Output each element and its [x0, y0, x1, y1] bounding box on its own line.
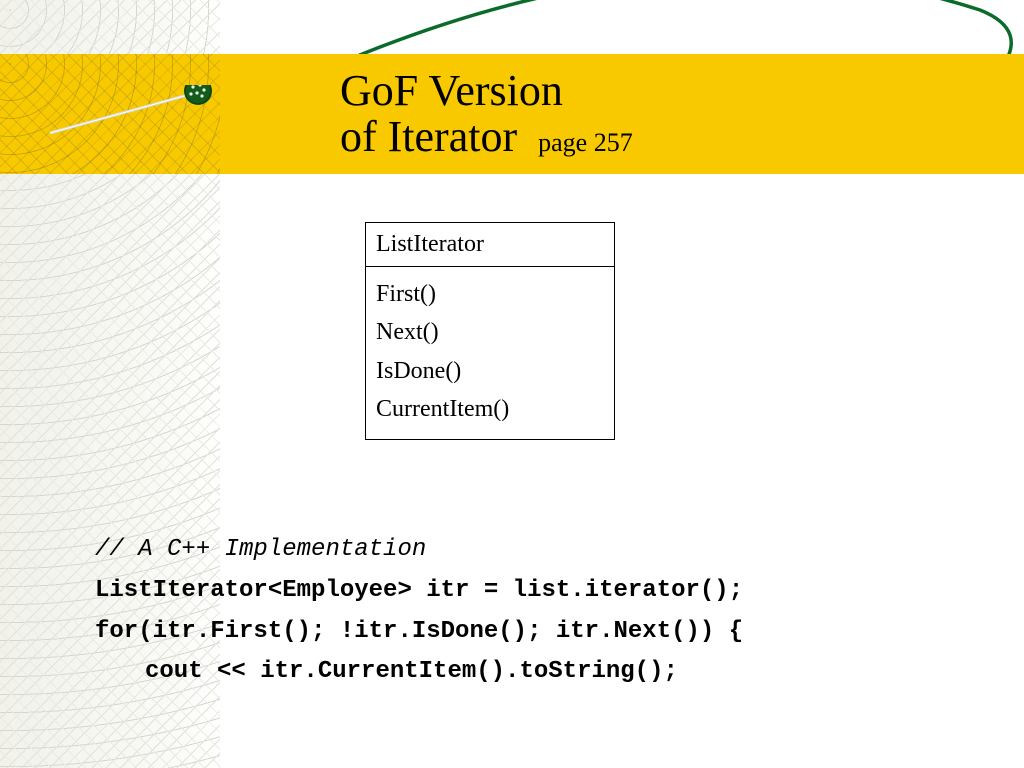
uml-class-box: ListIterator First() Next() IsDone() Cur… [365, 222, 615, 440]
code-comment: // A C++ Implementation [95, 530, 743, 571]
title-bar: GoF Version of Iterator page 257 [0, 54, 1024, 174]
uml-method: CurrentItem() [376, 390, 604, 428]
code-line: ListIterator<Employee> itr = list.iterat… [95, 571, 743, 612]
uml-method: Next() [376, 313, 604, 351]
uml-method: First() [376, 275, 604, 313]
title-main: of Iterator [340, 112, 517, 161]
uml-method: IsDone() [376, 352, 604, 390]
title-line-1: GoF Version [340, 68, 1024, 114]
title-line-2: of Iterator page 257 [340, 114, 1024, 160]
page-reference: page 257 [538, 128, 633, 157]
code-line: for(itr.First(); !itr.IsDone(); itr.Next… [95, 612, 743, 653]
code-example: // A C++ Implementation ListIterator<Emp… [95, 530, 743, 693]
uml-class-name: ListIterator [366, 223, 614, 267]
uml-methods: First() Next() IsDone() CurrentItem() [366, 267, 614, 439]
code-line: cout << itr.CurrentItem().toString(); [95, 652, 743, 693]
